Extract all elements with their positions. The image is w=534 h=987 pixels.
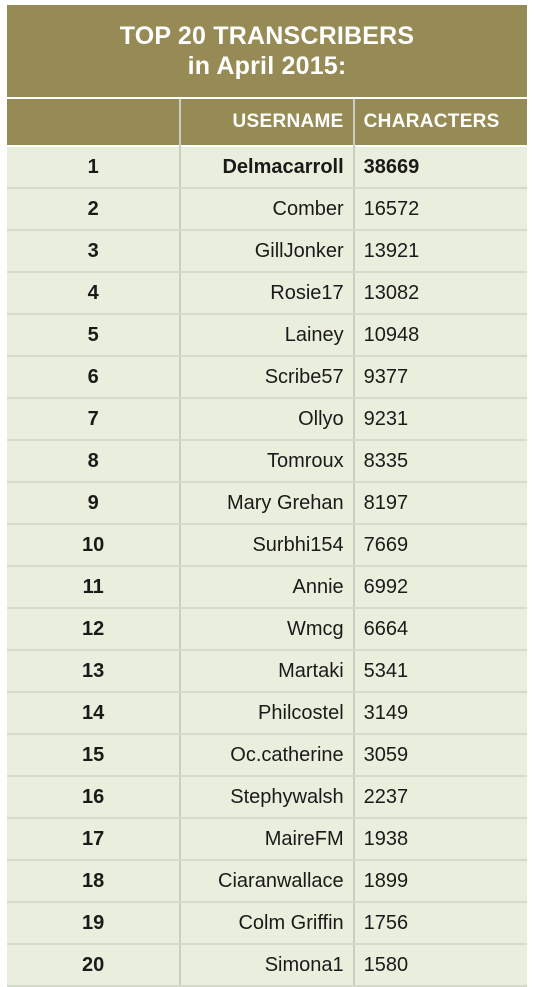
rank-cell: 8 xyxy=(7,440,182,483)
leaderboard-page: TOP 20 TRANSCRIBERS in April 2015: USERN… xyxy=(0,0,534,987)
table-row: 19 Colm Griffin 1756 xyxy=(7,902,527,945)
rank-cell: 19 xyxy=(7,902,182,945)
rank-cell: 6 xyxy=(7,356,182,399)
username-cell: Comber xyxy=(180,188,355,231)
username-cell: Tomroux xyxy=(180,440,355,483)
page-title-line-2: in April 2015: xyxy=(187,51,347,80)
column-header-characters: CHARACTERS xyxy=(363,111,500,132)
table-head: TOP 20 TRANSCRIBERS in April 2015: USERN… xyxy=(7,5,527,146)
column-header-username: USERNAME xyxy=(180,98,355,146)
table-row: 5 Lainey 10948 xyxy=(7,314,527,357)
title-row: TOP 20 TRANSCRIBERS in April 2015: xyxy=(7,5,527,99)
username-cell: Simona1 xyxy=(180,944,355,987)
table-row: 9 Mary Grehan 8197 xyxy=(7,482,527,525)
rank-cell: 7 xyxy=(7,398,182,441)
characters-cell: 8335 xyxy=(353,440,527,483)
rank-cell: 16 xyxy=(7,776,182,819)
characters-cell: 10948 xyxy=(353,314,527,357)
characters-cell: 1938 xyxy=(353,818,527,861)
username-cell: Delmacarroll xyxy=(180,146,355,189)
characters-cell: 6992 xyxy=(353,566,527,609)
table-row: 2 Comber 16572 xyxy=(7,188,527,231)
characters-cell: 13082 xyxy=(353,272,527,315)
rank-cell: 9 xyxy=(7,482,182,525)
column-header-row: USERNAME CHARACTERS xyxy=(7,98,527,146)
characters-cell: 9377 xyxy=(353,356,527,399)
username-cell: Stephywalsh xyxy=(180,776,355,819)
table-row: 20 Simona1 1580 xyxy=(7,944,527,987)
rank-cell: 5 xyxy=(7,314,182,357)
table-row: 18 Ciaranwallace 1899 xyxy=(7,860,527,903)
rank-cell: 14 xyxy=(7,692,182,735)
username-cell: Ollyo xyxy=(180,398,355,441)
rank-cell: 12 xyxy=(7,608,182,651)
rank-cell: 2 xyxy=(7,188,182,231)
characters-cell: 2237 xyxy=(353,776,527,819)
table-row: 8 Tomroux 8335 xyxy=(7,440,527,483)
username-cell: Philcostel xyxy=(180,692,355,735)
username-cell: Rosie17 xyxy=(180,272,355,315)
characters-cell: 13921 xyxy=(353,230,527,273)
rank-cell: 20 xyxy=(7,944,182,987)
table-row: 10 Surbhi154 7669 xyxy=(7,524,527,567)
characters-cell: 8197 xyxy=(353,482,527,525)
rank-cell: 4 xyxy=(7,272,182,315)
username-cell: Annie xyxy=(180,566,355,609)
table-row: 6 Scribe57 9377 xyxy=(7,356,527,399)
table-row: 12 Wmcg 6664 xyxy=(7,608,527,651)
page-title-line-1: TOP 20 TRANSCRIBERS xyxy=(119,22,415,50)
characters-cell: 3059 xyxy=(353,734,527,777)
username-cell: Mary Grehan xyxy=(180,482,355,525)
characters-cell: 5341 xyxy=(353,650,527,693)
username-cell: Ciaranwallace xyxy=(180,860,355,903)
characters-cell: 6664 xyxy=(353,608,527,651)
table-row: 14 Philcostel 3149 xyxy=(7,692,527,735)
characters-cell: 9231 xyxy=(353,398,527,441)
username-cell: Lainey xyxy=(180,314,355,357)
characters-cell: 1899 xyxy=(353,860,527,903)
username-cell: Martaki xyxy=(180,650,355,693)
table-row: 16 Stephywalsh 2237 xyxy=(7,776,527,819)
rank-cell: 11 xyxy=(7,566,182,609)
username-cell: Wmcg xyxy=(180,608,355,651)
table-body: 1 Delmacarroll 38669 2 Comber 16572 3 GillJonke… xyxy=(7,146,527,987)
column-header-rank xyxy=(7,98,182,146)
page-title: TOP 20 TRANSCRIBERS in April 2015: xyxy=(7,5,527,99)
table-row: 1 Delmacarroll 38669 xyxy=(7,146,527,189)
rank-cell: 17 xyxy=(7,818,182,861)
characters-cell: 7669 xyxy=(353,524,527,567)
rank-cell: 13 xyxy=(7,650,182,693)
characters-cell: 38669 xyxy=(353,146,527,189)
username-cell: Surbhi154 xyxy=(180,524,355,567)
characters-cell: 1580 xyxy=(353,944,527,987)
table-row: 15 Oc.catherine 3059 xyxy=(7,734,527,777)
rank-cell: 3 xyxy=(7,230,182,273)
characters-cell: 3149 xyxy=(353,692,527,735)
table-row: 11 Annie 6992 xyxy=(7,566,527,609)
table-row: 4 Rosie17 13082 xyxy=(7,272,527,315)
table-row: 3 GillJonker 13921 xyxy=(7,230,527,273)
username-cell: Scribe57 xyxy=(180,356,355,399)
table-row: 17 MaireFM 1938 xyxy=(7,818,527,861)
top-transcribers-table: TOP 20 TRANSCRIBERS in April 2015: USERN… xyxy=(7,5,527,987)
username-cell: GillJonker xyxy=(180,230,355,273)
rank-cell: 10 xyxy=(7,524,182,567)
username-cell: MaireFM xyxy=(180,818,355,861)
table-row: 7 Ollyo 9231 xyxy=(7,398,527,441)
rank-cell: 1 xyxy=(7,146,182,189)
characters-cell: 16572 xyxy=(353,188,527,231)
rank-cell: 15 xyxy=(7,734,182,777)
characters-cell: 1756 xyxy=(353,902,527,945)
username-cell: Colm Griffin xyxy=(180,902,355,945)
rank-cell: 18 xyxy=(7,860,182,903)
table-row: 13 Martaki 5341 xyxy=(7,650,527,693)
username-cell: Oc.catherine xyxy=(180,734,355,777)
